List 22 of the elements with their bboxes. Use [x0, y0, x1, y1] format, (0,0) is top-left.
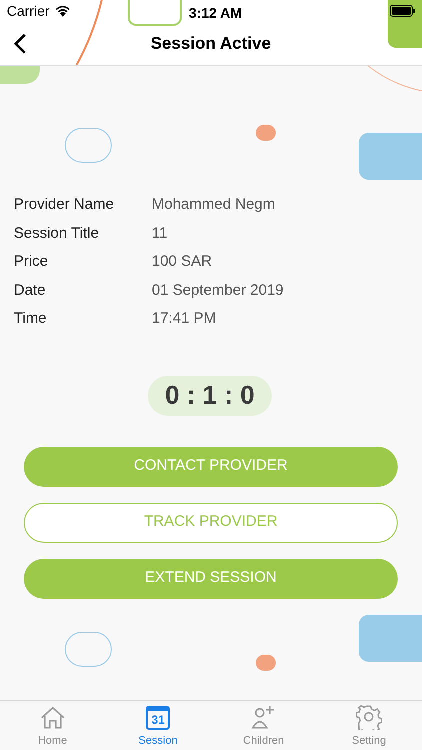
clock: 3:12 AM: [189, 4, 242, 23]
action-button[interactable]: CONTACT PROVIDER: [24, 446, 398, 486]
session-timer: 0 : 1 : 0: [148, 376, 272, 416]
tab-bar-item[interactable]: Home: [0, 701, 106, 750]
detail-value: 17:41 PM: [152, 309, 216, 329]
tab-bar-item[interactable]: Children: [211, 701, 316, 750]
carrier-label: Carrier: [7, 2, 50, 20]
detail-value: Mohammed Negm: [152, 195, 276, 215]
detail-label: Provider Name: [13, 195, 116, 215]
detail-value: 100 SAR: [152, 252, 212, 272]
action-button[interactable]: TRACK PROVIDER: [24, 502, 398, 542]
calendar-icon: 31: [146, 706, 170, 730]
detail-value: 11: [152, 224, 168, 244]
tab-bar-item[interactable]: Setting: [316, 701, 422, 750]
detail-label: Session Title: [13, 224, 100, 244]
detail-label: Price: [13, 252, 50, 272]
detail-label: Date: [13, 280, 47, 300]
tab-bar-item[interactable]: 31 Session: [106, 701, 211, 750]
screen-title: Session Active: [150, 33, 272, 56]
detail-label: Time: [13, 309, 48, 329]
detail-value: 01 September 2019: [152, 280, 284, 300]
action-button[interactable]: EXTEND SESSION: [24, 558, 398, 598]
